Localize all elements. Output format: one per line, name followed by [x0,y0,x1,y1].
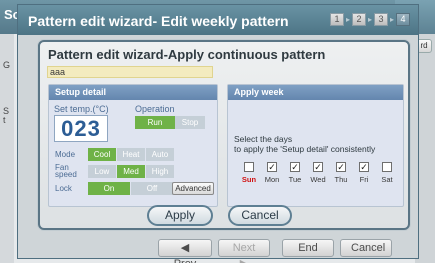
step-arrow-icon: ▸ [367,15,372,24]
set-temp-label: Set temp.(°C) [54,104,109,114]
operation-label: Operation [135,104,175,114]
instruction-line1: Select the days [234,134,293,144]
day-wed[interactable]: ✓ Wed [310,162,326,184]
prev-button[interactable]: ◀ Prev [158,239,212,263]
step-4-active: 4 [396,13,410,26]
day-mon[interactable]: ✓ Mon [264,162,280,184]
day-sun-label: Sun [241,175,257,184]
fan-high-button[interactable]: High [146,165,174,178]
background-sidebar: G S t [0,34,14,263]
day-sat[interactable]: Sat [379,162,395,184]
mode-heat-button[interactable]: Heat [117,148,145,161]
wizard-nav: ◀ Prev Next ▶ End Cancel [158,239,392,263]
wizard-titlebar: Pattern edit wizard- Edit weekly pattern… [18,5,418,35]
lock-on-button[interactable]: On [88,182,130,195]
step-arrow-icon: ▸ [389,15,394,24]
day-thu-label: Thu [334,175,348,184]
operation-run-button[interactable]: Run [135,116,175,129]
apply-week-header: Apply week [228,85,403,100]
day-mon-checkbox[interactable]: ✓ [267,162,277,172]
day-fri-label: Fri [359,175,369,184]
fan-speed-toggle: Low Med High [88,165,174,178]
mode-auto-button[interactable]: Auto [146,148,174,161]
mode-label: Mode [55,150,76,159]
fan-low-button[interactable]: Low [88,165,116,178]
pattern-name-field[interactable]: aaa [47,66,213,78]
day-tue-checkbox[interactable]: ✓ [290,162,300,172]
wizard-steps: 1 ▸ 2 ▸ 3 ▸ 4 [329,13,410,26]
day-sun[interactable]: Sun [241,162,257,184]
wizard-title: Pattern edit wizard- Edit weekly pattern [28,13,289,29]
day-fri[interactable]: ✓ Fri [356,162,372,184]
day-checkboxes: Sun ✓ Mon ✓ Tue ✓ Wed ✓ Thu ✓ Fri Sat [241,162,395,184]
apply-pattern-dialog: Pattern edit wizard-Apply continuous pat… [38,40,410,230]
day-wed-checkbox[interactable]: ✓ [313,162,323,172]
step-2: 2 [351,13,366,26]
day-tue[interactable]: ✓ Tue [287,162,303,184]
setup-detail-header: Setup detail [49,85,217,100]
apply-week-instruction: Select the days to apply the 'Setup deta… [234,134,375,154]
lock-toggle: On Off [88,182,173,195]
operation-toggle: Run Stop [135,116,205,129]
end-button[interactable]: End [282,239,334,257]
set-temp-value[interactable]: 023 [54,115,108,142]
step-3: 3 [373,13,388,26]
day-wed-label: Wed [310,175,326,184]
mode-toggle: Cool Heat Auto [88,148,174,161]
day-thu[interactable]: ✓ Thu [333,162,349,184]
next-button[interactable]: Next ▶ [218,239,270,263]
background-side-letter: t [3,115,6,125]
instruction-line2: to apply the 'Setup detail' consistently [234,144,376,154]
step-arrow-icon: ▸ [345,15,350,24]
apply-button[interactable]: Apply [147,205,213,226]
day-sat-checkbox[interactable] [382,162,392,172]
step-1: 1 [329,13,344,26]
day-mon-label: Mon [264,175,280,184]
operation-stop-button[interactable]: Stop [175,116,205,129]
day-sat-label: Sat [381,175,393,184]
apply-week-panel: Apply week Select the days to apply the … [227,84,404,207]
mode-cool-button[interactable]: Cool [88,148,116,161]
lock-label: Lock [55,184,72,193]
lock-off-button[interactable]: Off [131,182,173,195]
wizard-cancel-button[interactable]: Cancel [340,239,392,257]
day-thu-checkbox[interactable]: ✓ [336,162,346,172]
fan-med-button[interactable]: Med [117,165,145,178]
day-fri-checkbox[interactable]: ✓ [359,162,369,172]
dialog-cancel-button[interactable]: Cancel [228,205,292,226]
day-sun-checkbox[interactable] [244,162,254,172]
fan-label-line2: speed [55,170,77,179]
setup-detail-panel: Setup detail Set temp.(°C) 023 Operation… [48,84,218,207]
background-side-letter: G [3,60,11,70]
advanced-button[interactable]: Advanced [172,182,214,195]
dialog-title: Pattern edit wizard-Apply continuous pat… [48,47,326,62]
day-tue-label: Tue [288,175,302,184]
